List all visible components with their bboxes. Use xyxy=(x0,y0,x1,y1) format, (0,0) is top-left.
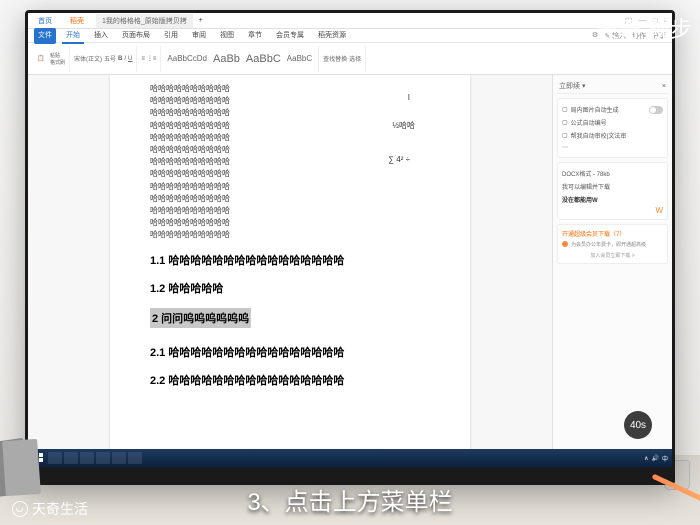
taskbar-app[interactable] xyxy=(128,452,142,464)
taskbar-app[interactable] xyxy=(80,452,94,464)
menu-res[interactable]: 稻壳资源 xyxy=(314,28,350,44)
heading-2-selected[interactable]: 2 问问呜呜呜呜呜呜 xyxy=(150,308,251,328)
menu-bar: 文件 开始 插入 页面布局 引用 审阅 视图 章节 会员专属 稻壳资源 ⚙ ✎ … xyxy=(28,29,672,43)
bullet-list-icon[interactable]: ≡ xyxy=(141,56,145,62)
toggle[interactable] xyxy=(649,106,663,114)
screen: 首页 稻壳 1我的格格格_原始版拷贝拷 + ◰ — □ × 文件 开始 插入 页… xyxy=(28,13,672,467)
tab-add[interactable]: + xyxy=(199,17,203,24)
menu-insert[interactable]: 插入 xyxy=(90,28,112,44)
menu-section[interactable]: 章节 xyxy=(244,28,266,44)
number-list-icon[interactable]: ⋮≡ xyxy=(147,55,157,62)
taskbar-app[interactable] xyxy=(64,452,78,464)
sidebar-close-icon[interactable]: × xyxy=(662,83,666,90)
underline-button[interactable]: U xyxy=(128,56,132,62)
sidebar-title[interactable]: 立即续 ▾ xyxy=(559,81,585,91)
page: 哈哈哈哈哈哈哈哈哈哈 哈哈哈哈哈哈哈哈哈哈 哈哈哈哈哈哈哈哈哈哈 哈哈哈哈哈哈哈… xyxy=(110,75,470,453)
taskbar-app[interactable] xyxy=(48,452,62,464)
paste-button[interactable]: 📋 xyxy=(34,52,48,66)
taskbar-app[interactable] xyxy=(96,452,110,464)
sidebar-more[interactable]: ⋯ xyxy=(562,142,663,153)
sidebar-tool[interactable]: ▢帮我自动审校|文法审 xyxy=(562,129,663,142)
para: 哈哈哈哈哈哈哈哈哈哈 xyxy=(150,95,430,106)
timer-badge: 40s xyxy=(624,411,652,439)
video-caption: 3、点击上方菜单栏 xyxy=(247,482,452,517)
para: 哈哈哈哈哈哈哈哈哈哈 xyxy=(150,193,430,204)
watermark: 天奇·视步 xyxy=(597,12,692,44)
file-format: DOCX格式 - 78kb xyxy=(562,167,663,180)
sidebar-tool[interactable]: ▢公式自动编号 xyxy=(562,116,663,129)
taskbar-app[interactable] xyxy=(112,452,126,464)
menu-ref[interactable]: 引用 xyxy=(160,28,182,44)
document-area[interactable]: 哈哈哈哈哈哈哈哈哈哈 哈哈哈哈哈哈哈哈哈哈 哈哈哈哈哈哈哈哈哈哈 哈哈哈哈哈哈哈… xyxy=(28,75,552,453)
cursor: I xyxy=(408,93,410,102)
font-size-select[interactable]: 五号 xyxy=(104,54,116,63)
para: 哈哈哈哈哈哈哈哈哈哈 xyxy=(150,144,430,155)
style-normal[interactable]: AaBbCcDd xyxy=(165,52,209,65)
join-vip-link[interactable]: 加入会员立即下载 > xyxy=(562,252,663,259)
menu-start[interactable]: 开始 xyxy=(62,28,84,44)
menu-layout[interactable]: 页面布局 xyxy=(118,28,154,44)
file-name: 没在都能用W xyxy=(562,193,663,206)
brand-logo: 天奇生活 xyxy=(12,499,88,519)
sidebar-download-card: 开通超级会员下载（7） 为会员办公年费卡，即开通超高级 加入会员立即下载 > xyxy=(557,224,668,264)
tab-home[interactable]: 首页 xyxy=(32,14,58,28)
menu-view[interactable]: 视图 xyxy=(216,28,238,44)
para: 哈哈哈哈哈哈哈哈哈哈 xyxy=(150,181,430,192)
para: 哈哈哈哈哈哈哈哈哈哈 xyxy=(150,83,430,94)
warn-dot-icon xyxy=(562,241,568,247)
menu-vip[interactable]: 会员专属 xyxy=(272,28,308,44)
heading-2-2: 2.2 哈哈哈哈哈哈哈哈哈哈哈哈哈哈哈哈 xyxy=(150,372,430,388)
menu-review[interactable]: 审阅 xyxy=(188,28,210,44)
warn-text: 为会员办公年费卡，即开通超高级 xyxy=(571,241,646,248)
tab-daoker[interactable]: 稻壳 xyxy=(64,14,90,28)
tab-document[interactable]: 1我的格格格_原始版拷贝拷 xyxy=(96,14,193,28)
ribbon: 📋 粘贴 格式刷 宋体(正文) 五号 B I U ≡ ⋮≡ AaBbCcDd A… xyxy=(28,43,672,75)
heading-1-2: 1.2 哈哈哈哈哈 xyxy=(150,280,430,296)
formula: ½哈哈 xyxy=(392,120,415,131)
sidebar: 立即续 ▾ × ▢局内图片自动生成 ▢公式自动编号 ▢帮我自动审校|文法审 ⋯ … xyxy=(552,75,672,453)
para: 哈哈哈哈哈哈哈哈哈哈 xyxy=(150,120,430,131)
style-h2[interactable]: AaBbC xyxy=(244,51,283,67)
menu-file[interactable]: 文件 xyxy=(34,28,56,44)
monitor-frame: 首页 稻壳 1我的格格格_原始版拷贝拷 + ◰ — □ × 文件 开始 插入 页… xyxy=(25,10,675,485)
heading-1-1: 1.1 哈哈哈哈哈哈哈哈哈哈哈哈哈哈哈哈 xyxy=(150,252,430,268)
paste-label: 粘贴 xyxy=(50,52,65,59)
bold-button[interactable]: B xyxy=(118,56,122,62)
download-link[interactable]: 开通超级会员下载（7） xyxy=(562,229,663,238)
file-edit-hint: 我可以编辑并下载 xyxy=(562,180,663,193)
sidebar-tool[interactable]: ▢局内图片自动生成 xyxy=(562,103,663,116)
sidebar-file-card: DOCX格式 - 78kb 我可以编辑并下载 没在都能用W W xyxy=(557,162,668,220)
para: 哈哈哈哈哈哈哈哈哈哈 xyxy=(150,132,430,143)
para: 哈哈哈哈哈哈哈哈哈哈 xyxy=(150,205,430,216)
heading-2-1: 2.1 哈哈哈哈哈哈哈哈哈哈哈哈哈哈哈哈 xyxy=(150,344,430,360)
formula: ∑ 4² ÷ xyxy=(388,155,410,164)
para: 哈哈哈哈哈哈哈哈哈哈 xyxy=(150,217,430,228)
select-menu[interactable]: 选择 xyxy=(349,54,361,63)
sidebar-tools-card: ▢局内图片自动生成 ▢公式自动编号 ▢帮我自动审校|文法审 ⋯ xyxy=(557,98,668,158)
para: 哈哈哈哈哈哈哈哈哈哈 xyxy=(150,107,430,118)
system-tray[interactable]: ∧🔊中 xyxy=(644,454,668,463)
windows-taskbar: ∧🔊中 xyxy=(28,449,672,467)
para: 哈哈哈哈哈哈哈哈哈哈 xyxy=(150,168,430,179)
style-h3[interactable]: AaBbC xyxy=(285,52,314,65)
italic-button[interactable]: I xyxy=(124,56,126,62)
brand-icon xyxy=(12,501,28,517)
format-painter[interactable]: 格式刷 xyxy=(50,59,65,66)
style-h1[interactable]: AaBb xyxy=(211,51,242,67)
font-family-select[interactable]: 宋体(正文) xyxy=(74,54,102,63)
find-replace[interactable]: 查找替换 xyxy=(323,54,347,63)
para: 哈哈哈哈哈哈哈哈哈哈 xyxy=(150,229,430,240)
